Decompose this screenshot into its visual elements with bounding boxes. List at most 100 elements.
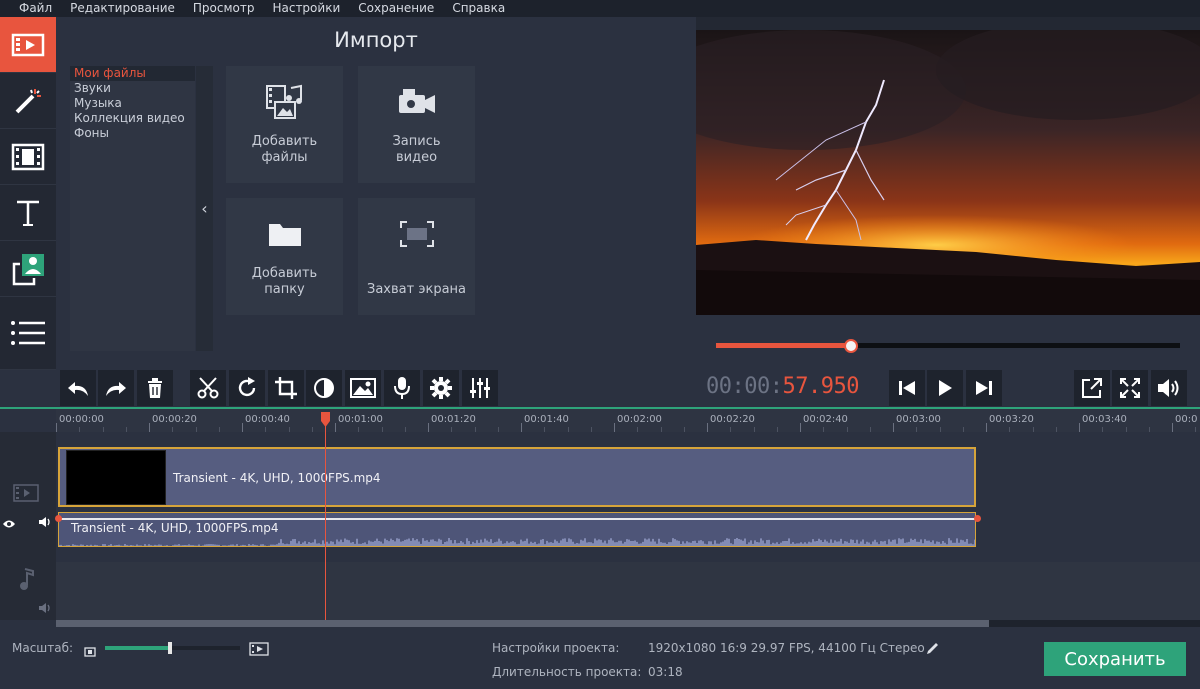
ruler-tick (800, 423, 801, 432)
fullscreen-button[interactable] (1112, 370, 1148, 406)
timeline-ruler[interactable]: 00:00:00 00:00:20 00:00:40 00:01:00 00:01:20… (56, 409, 1200, 432)
track-mute-toggle[interactable] (38, 513, 52, 532)
record-voice-button[interactable] (384, 370, 420, 406)
menu-view[interactable]: Просмотр (184, 0, 264, 17)
zoom-slider-handle[interactable] (168, 642, 172, 654)
image-icon (350, 378, 376, 398)
play-icon (939, 380, 952, 396)
volume-point-end[interactable] (974, 515, 981, 522)
ruler-tick (335, 423, 336, 432)
filters-tool-button[interactable] (0, 73, 56, 129)
volume-envelope[interactable] (58, 518, 978, 520)
folder-icon (268, 224, 301, 246)
detach-preview-button[interactable] (1074, 370, 1110, 406)
ruler-tick (1172, 423, 1173, 432)
titles-tool-button[interactable] (0, 185, 56, 241)
equalizer-button[interactable] (462, 370, 498, 406)
category-sounds[interactable]: Звуки (70, 81, 195, 96)
video-preview[interactable] (696, 30, 1200, 315)
delete-button[interactable] (137, 370, 173, 406)
project-settings-label: Настройки проекта: (492, 641, 620, 655)
skip-forward-button[interactable] (966, 370, 1002, 406)
transitions-tool-button[interactable] (0, 129, 56, 185)
category-music[interactable]: Музыка (70, 96, 195, 111)
contrast-icon (314, 378, 334, 398)
music-mute-toggle[interactable] (38, 599, 52, 618)
menu-export[interactable]: Сохранение (349, 0, 443, 17)
crop-button[interactable] (268, 370, 304, 406)
preview-top-bar (696, 17, 1200, 30)
edit-project-settings-button[interactable] (926, 640, 940, 659)
ruler-tick-label: 00:0 (1175, 414, 1198, 425)
redo-button[interactable] (98, 370, 134, 406)
scale-label: Масштаб: (12, 641, 74, 655)
clip-properties-button[interactable] (345, 370, 381, 406)
settings-button[interactable] (423, 370, 459, 406)
collapse-panel-button[interactable]: ‹ (196, 66, 213, 351)
ruler-tick (149, 423, 150, 432)
audio-clip-label: Transient - 4K, UHD, 1000FPS.mp4 (71, 521, 279, 535)
left-toolbar (0, 17, 56, 370)
ruler-tick (428, 423, 429, 432)
ruler-tick (521, 423, 522, 432)
record-video-tile[interactable]: Запись видео (358, 66, 475, 183)
record-video-label: Запись видео (392, 134, 441, 165)
trash-icon (148, 378, 162, 398)
rotate-button[interactable] (229, 370, 265, 406)
skip-back-button[interactable] (889, 370, 925, 406)
equalizer-icon (470, 378, 490, 398)
category-backgrounds[interactable]: Фоны (70, 126, 195, 141)
seek-handle[interactable] (844, 339, 858, 353)
zoom-out-button[interactable] (84, 642, 96, 661)
import-title: Импорт (334, 28, 418, 52)
stickers-icon (12, 253, 44, 285)
zoom-in-icon (249, 642, 269, 656)
more-tools-button[interactable] (0, 297, 56, 370)
import-tool-button[interactable] (0, 17, 56, 73)
ruler-tick (707, 423, 708, 432)
video-clip[interactable]: Transient - 4K, UHD, 1000FPS.mp4 (58, 447, 976, 507)
ruler-tick-label: 00:02:00 (617, 414, 662, 425)
ruler-tick-label: 00:03:20 (989, 414, 1034, 425)
speaker-icon (39, 603, 50, 613)
waveform-path (59, 538, 975, 546)
menu-help[interactable]: Справка (443, 0, 514, 17)
screen-capture-label: Захват экрана (367, 282, 466, 297)
ruler-tick-label: 00:03:00 (896, 414, 941, 425)
cut-button[interactable] (190, 370, 226, 406)
add-files-tile[interactable]: Добавить файлы (226, 66, 343, 183)
menu-file[interactable]: Файл (10, 0, 61, 17)
add-folder-tile[interactable]: Добавить папку (226, 198, 343, 315)
screen-capture-tile[interactable]: Захват экрана (358, 198, 475, 315)
save-button[interactable]: Сохранить (1044, 642, 1186, 676)
undo-button[interactable] (60, 370, 96, 406)
stickers-tool-button[interactable] (0, 241, 56, 297)
menu-edit[interactable]: Редактирование (61, 0, 184, 17)
category-my-files[interactable]: Мои файлы (70, 66, 195, 81)
video-track-icon (13, 484, 39, 506)
ruler-tick (893, 423, 894, 432)
timeline-scroll-thumb[interactable] (56, 620, 989, 627)
play-button[interactable] (927, 370, 963, 406)
volume-button[interactable] (1151, 370, 1187, 406)
ruler-tick (986, 423, 987, 432)
video-clip-label: Transient - 4K, UHD, 1000FPS.mp4 (173, 471, 381, 485)
timecode-display: 00:00:57.950 (706, 374, 859, 399)
project-duration-value: 03:18 (648, 665, 683, 679)
crop-icon (275, 377, 297, 399)
ruler-tick-label: 00:03:40 (1082, 414, 1127, 425)
pencil-icon (927, 643, 938, 654)
fullscreen-icon (1120, 378, 1140, 398)
preview-controls-area (696, 315, 1200, 367)
category-video-collection[interactable]: Коллекция видео (70, 111, 195, 126)
music-track[interactable] (56, 562, 1200, 620)
video-clip-thumbnail (66, 450, 166, 505)
ruler-tick-label: 00:00:20 (152, 414, 197, 425)
visibility-toggle[interactable] (2, 514, 16, 533)
preview-frame-image (696, 30, 1200, 315)
color-adjust-button[interactable] (306, 370, 342, 406)
volume-point-start[interactable] (55, 515, 62, 522)
menu-settings[interactable]: Настройки (263, 0, 349, 17)
ruler-tick-label: 00:01:00 (338, 414, 383, 425)
zoom-in-button[interactable] (249, 641, 269, 660)
